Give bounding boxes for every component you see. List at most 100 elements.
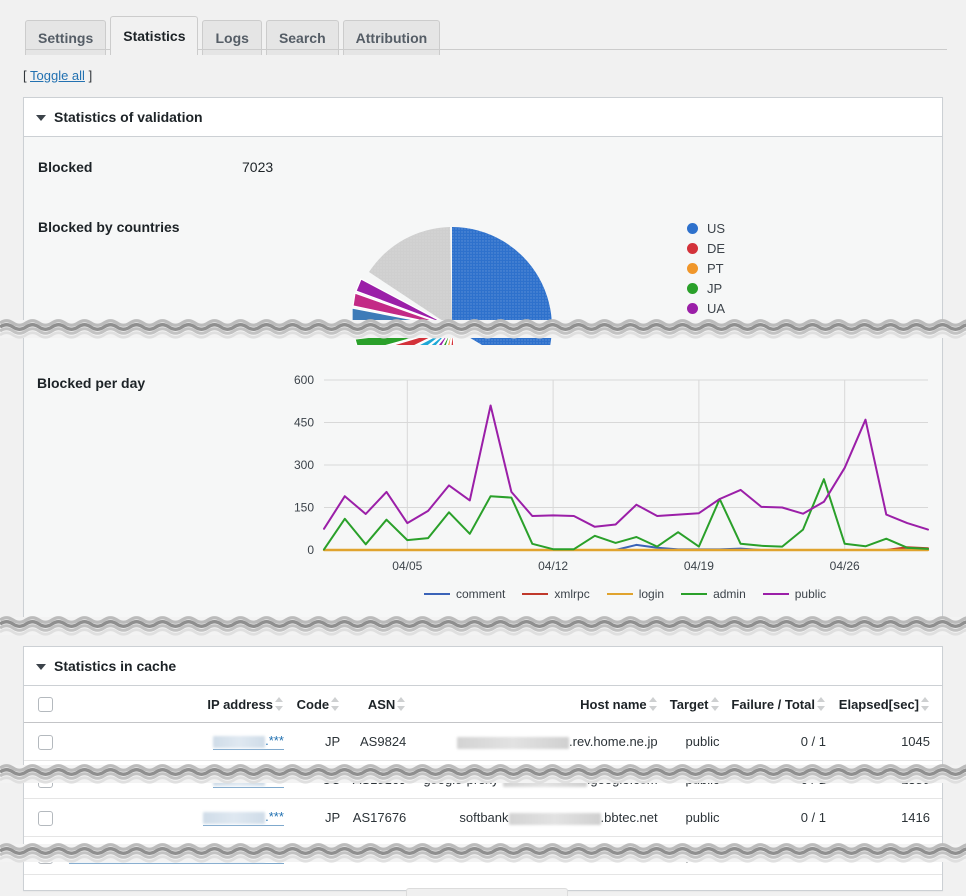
th-label-asn: ASN <box>367 696 396 712</box>
legend-label-xmlrpc: xmlrpc <box>554 587 590 601</box>
select-all-checkbox[interactable] <box>38 697 53 713</box>
sort-icon[interactable] <box>816 696 826 712</box>
legend-label-de: DE <box>707 241 726 256</box>
legend-item-comment: comment <box>424 587 505 601</box>
redacted-host <box>457 736 569 749</box>
th-label-host-name: Host name <box>580 696 647 712</box>
ip-address-link[interactable]: .*** <box>69 847 284 865</box>
row-select-cell <box>24 760 64 800</box>
legend-label-admin: admin <box>713 587 746 601</box>
cell-asn: AS2516 <box>344 836 411 876</box>
redacted-host <box>508 812 601 825</box>
legend-item-ua: UA <box>687 299 726 318</box>
th-asn[interactable]: ASN <box>344 686 411 724</box>
host-prefix: softbank <box>459 810 509 826</box>
bracket-open: [ <box>23 68 27 83</box>
th-label-code: Code <box>296 696 330 712</box>
row-checkbox[interactable] <box>38 810 53 826</box>
bracket-close: ] <box>88 68 93 83</box>
row-checkbox[interactable] <box>38 772 53 788</box>
cell-ip-address: .*** <box>63 722 288 762</box>
row-checkbox[interactable] <box>38 734 53 750</box>
panel-statistics-in-cache: Statistics in cache IP address Code ASN <box>23 646 943 891</box>
host-suffix: .rev.home.ne.jp <box>569 734 658 750</box>
toggle-all-link[interactable]: Toggle all <box>30 68 85 83</box>
legend-color-us-icon <box>687 223 698 234</box>
legend-item-de: DE <box>687 239 726 258</box>
ip-address-link[interactable]: .*** <box>213 771 284 789</box>
statistics-page: Settings Statistics Logs Search Attribut… <box>0 0 966 896</box>
ip-address-link[interactable]: .*** <box>213 733 284 751</box>
blocked-row: Blocked 7023 <box>24 137 942 175</box>
sort-icon[interactable] <box>648 696 658 712</box>
cell-ip-address: .*** <box>63 798 288 838</box>
ip-suffix: .*** <box>265 847 284 863</box>
legend-item-pt: PT <box>687 259 726 278</box>
series-line-public <box>323 404 929 531</box>
redacted-ip <box>203 811 266 824</box>
panel-title-cache: Statistics in cache <box>54 658 177 674</box>
panel-header-cache[interactable]: Statistics in cache <box>24 647 942 686</box>
table-header-row: IP address Code ASN Host name Target Fai… <box>24 686 942 724</box>
th-failure-total[interactable]: Failure / Total <box>723 686 830 724</box>
cell-elapsed: 1045 <box>829 722 942 762</box>
blocked-value: 7023 <box>242 159 274 175</box>
sort-icon[interactable] <box>274 696 284 712</box>
pie-legend: US DE PT JP UA RU <box>687 219 726 339</box>
legend-label-login: login <box>638 587 665 601</box>
sort-icon[interactable] <box>331 696 340 712</box>
cell-target: public <box>661 798 724 838</box>
th-target[interactable]: Target <box>661 686 724 724</box>
blocked-label: Blocked <box>38 159 93 175</box>
legend-item-public: public <box>762 587 826 601</box>
redacted-ip <box>213 773 266 786</box>
legend-item-us: US <box>687 219 726 238</box>
cell-elapsed: 1416 <box>829 798 942 838</box>
sort-icon[interactable] <box>921 696 930 712</box>
table-row: .*** US AS15169 google-proxy- .google.com pub… <box>24 760 942 800</box>
redacted-ip <box>69 849 266 862</box>
table-body: .*** JP AS9824 .rev.home.ne.jp public 0 / 1 10… <box>24 722 942 876</box>
cell-elapsed: 1380 <box>829 760 942 800</box>
legend-color-jp-icon <box>687 283 698 294</box>
sort-icon[interactable] <box>397 696 406 712</box>
line-chart-blocked-per-day: 0 150 300 450 600 04/05 04/12 04/19 04/26 <box>294 373 930 573</box>
legend-color-ru-icon <box>687 323 698 334</box>
cell-host-name: .rev.home.ne.jp <box>410 722 662 762</box>
legend-item-login: login <box>606 587 665 601</box>
tab-statistics[interactable]: Statistics <box>110 16 199 55</box>
panel-header-validation[interactable]: Statistics of validation <box>24 98 942 137</box>
th-select-all <box>24 686 64 724</box>
th-ip-address[interactable]: IP address <box>63 686 288 724</box>
bottom-action-button[interactable] <box>406 888 568 896</box>
ip-address-link[interactable]: .*** <box>203 809 284 827</box>
cell-host-name: google-proxy- .google.com <box>410 760 662 800</box>
cache-table: IP address Code ASN Host name Target Fai… <box>24 686 942 876</box>
row-checkbox[interactable] <box>38 848 53 864</box>
chevron-down-icon <box>36 114 46 121</box>
sort-icon[interactable] <box>710 696 720 712</box>
th-elapsed[interactable]: Elapsed[sec] <box>829 686 942 724</box>
ip-suffix: .*** <box>265 809 284 825</box>
legend-label-ru: RU <box>707 321 726 336</box>
cell-asn: AS15169 <box>344 760 411 800</box>
legend-item-jp: JP <box>687 279 726 298</box>
table-row: .*** JP AS9824 .rev.home.ne.jp public 0 / 1 10… <box>24 722 942 762</box>
legend-color-ua-icon <box>687 303 698 314</box>
table-row: .*** JP AS2516 public 0 / 1 2257 <box>24 836 942 876</box>
th-code[interactable]: Code <box>287 686 345 724</box>
cell-failure-total: 0 / 1 <box>723 836 830 876</box>
legend-color-xmlrpc-icon <box>522 593 549 595</box>
panel-title-validation: Statistics of validation <box>54 109 203 125</box>
th-host-name[interactable]: Host name <box>410 686 662 724</box>
th-label-target: Target <box>669 696 709 712</box>
x-tick-label: 04/05 <box>392 559 422 573</box>
chevron-down-icon <box>36 663 46 670</box>
th-label-ip-address: IP address <box>207 696 273 712</box>
blocked-by-countries-label: Blocked by countries <box>38 219 180 235</box>
legend-label-jp: JP <box>707 281 723 296</box>
cell-elapsed: 2257 <box>829 836 942 876</box>
th-label-failure-total: Failure / Total <box>731 696 815 712</box>
legend-color-admin-icon <box>681 593 708 595</box>
row-select-cell <box>24 798 64 838</box>
